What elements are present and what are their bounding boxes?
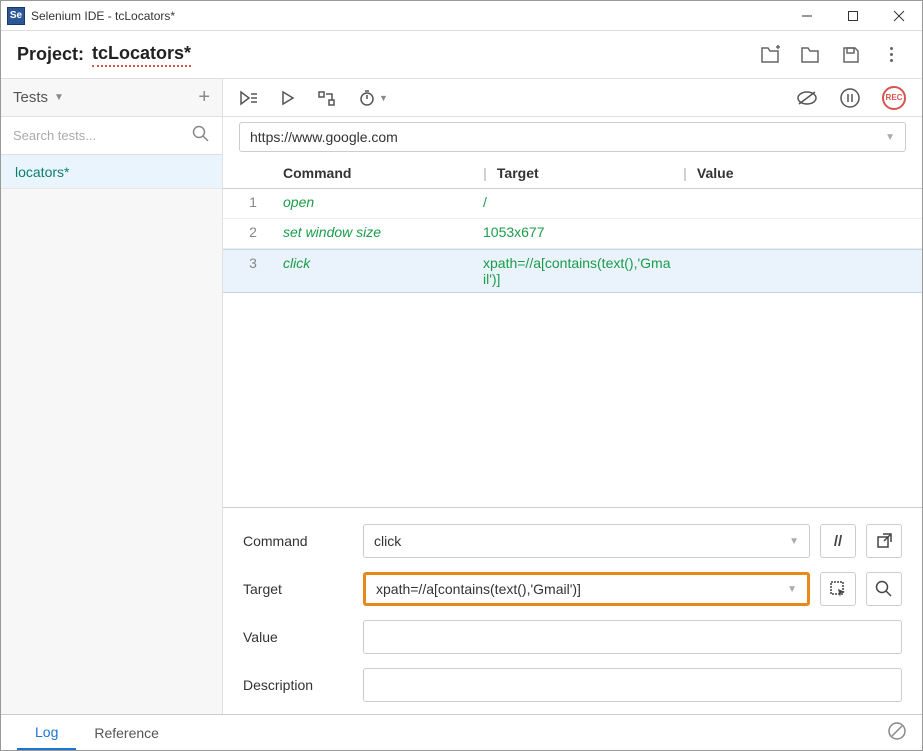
row-command: set window size — [283, 224, 483, 240]
target-input-value: xpath=//a[contains(text(),'Gmail')] — [376, 581, 581, 597]
tab-log[interactable]: Log — [17, 716, 76, 750]
row-command: open — [283, 194, 483, 210]
command-row[interactable]: 2 set window size 1053x677 — [223, 219, 922, 249]
speed-button[interactable]: ▼ — [359, 89, 388, 107]
open-new-window-button[interactable] — [866, 524, 902, 558]
disable-breakpoints-button[interactable] — [796, 90, 818, 106]
main-area: Tests ▼ + locators* ▼ — [1, 79, 922, 714]
tab-reference[interactable]: Reference — [76, 717, 177, 749]
chevron-down-icon: ▼ — [787, 584, 797, 595]
value-input[interactable] — [363, 620, 902, 654]
tests-dropdown[interactable]: Tests — [13, 89, 48, 106]
description-input[interactable] — [363, 668, 902, 702]
header-target: Target — [497, 165, 539, 181]
workarea: ▼ REC https://www.google.com ▼ Command |… — [223, 79, 922, 714]
header-value: Value — [697, 165, 734, 181]
base-url-text: https://www.google.com — [250, 129, 398, 145]
value-label: Value — [243, 629, 353, 645]
select-target-button[interactable] — [820, 572, 856, 606]
open-project-button[interactable] — [796, 40, 826, 70]
base-url-input[interactable]: https://www.google.com ▼ — [239, 122, 906, 152]
sidebar: Tests ▼ + locators* — [1, 79, 223, 714]
row-target: / — [483, 194, 683, 210]
project-bar: Project: tcLocators* — [1, 31, 922, 79]
command-editor: Command click ▼ // Target xpath=//a[cont… — [223, 507, 922, 714]
app-logo: Se — [7, 7, 25, 25]
pause-button[interactable] — [840, 88, 860, 108]
record-button[interactable]: REC — [882, 86, 906, 110]
close-button[interactable] — [876, 1, 922, 31]
run-current-button[interactable] — [281, 90, 295, 106]
test-item-locators[interactable]: locators* — [1, 155, 222, 189]
base-url-row: https://www.google.com ▼ — [223, 117, 922, 157]
save-project-button[interactable] — [836, 40, 866, 70]
add-test-button[interactable]: + — [198, 86, 210, 109]
command-input[interactable]: click ▼ — [363, 524, 810, 558]
sidebar-header: Tests ▼ + — [1, 79, 222, 117]
row-number: 3 — [239, 255, 283, 271]
search-tests-input[interactable] — [13, 128, 192, 143]
command-grid-header: Command |Target |Value — [223, 157, 922, 189]
chevron-down-icon: ▼ — [54, 92, 64, 103]
command-label: Command — [243, 533, 353, 549]
command-row[interactable]: 3 click xpath=//a[contains(text(),'Gmail… — [223, 249, 922, 293]
step-button[interactable] — [317, 90, 337, 106]
project-name[interactable]: tcLocators* — [92, 43, 191, 67]
run-all-button[interactable] — [239, 90, 259, 106]
row-number: 2 — [239, 224, 283, 240]
toggle-command-button[interactable]: // — [820, 524, 856, 558]
row-command: click — [283, 255, 483, 271]
command-row[interactable]: 1 open / — [223, 189, 922, 219]
search-icon[interactable] — [192, 125, 210, 146]
chevron-down-icon: ▼ — [789, 536, 799, 547]
find-target-button[interactable] — [866, 572, 902, 606]
row-number: 1 — [239, 194, 283, 210]
search-tests-row — [1, 117, 222, 155]
command-grid: 1 open / 2 set window size 1053x677 3 cl… — [223, 189, 922, 507]
footer: Log Reference — [1, 714, 922, 750]
target-label: Target — [243, 581, 353, 597]
new-project-button[interactable] — [756, 40, 786, 70]
target-input[interactable]: xpath=//a[contains(text(),'Gmail')] ▼ — [363, 572, 810, 606]
more-menu-button[interactable] — [876, 40, 906, 70]
maximize-button[interactable] — [830, 1, 876, 31]
header-command: Command — [283, 165, 483, 181]
project-label: Project: — [17, 44, 84, 65]
clear-log-button[interactable] — [888, 722, 906, 743]
row-target: 1053x677 — [483, 224, 683, 240]
command-input-value: click — [374, 533, 401, 549]
window-title: Selenium IDE - tcLocators* — [31, 9, 784, 23]
titlebar: Se Selenium IDE - tcLocators* — [1, 1, 922, 31]
row-target: xpath=//a[contains(text(),'Gmail')] — [483, 255, 683, 287]
minimize-button[interactable] — [784, 1, 830, 31]
description-label: Description — [243, 677, 353, 693]
chevron-down-icon: ▼ — [885, 132, 895, 143]
run-toolbar: ▼ REC — [223, 79, 922, 117]
